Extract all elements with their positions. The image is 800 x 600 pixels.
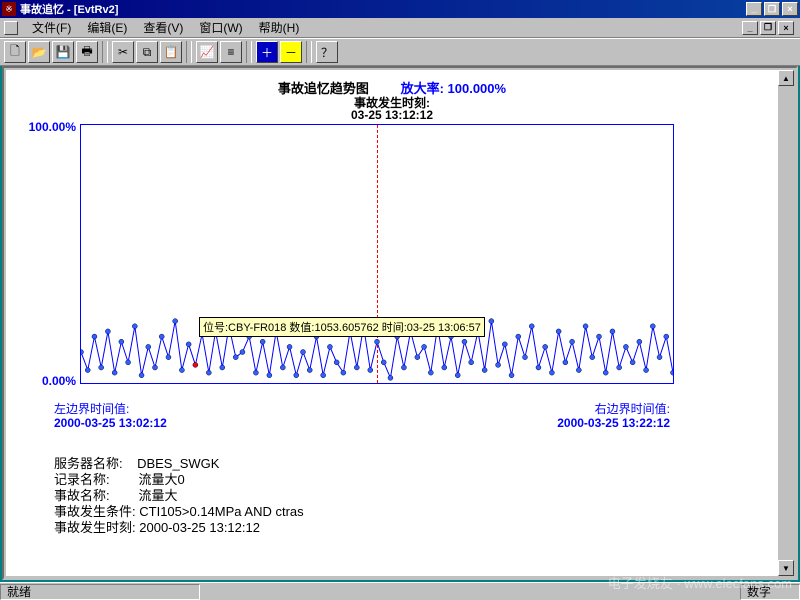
menu-bar: 文件(F) 编辑(E) 查看(V) 窗口(W) 帮助(H) _ ❐ × [0,18,800,38]
event-time-info-label: 事故发生时刻: [54,520,136,536]
condition-label: 事故发生条件: [54,504,136,520]
mdi-minimize-button[interactable]: _ [742,21,758,35]
trend-button[interactable]: 📈 [196,41,218,63]
client-area: 事故追忆趋势图 放大率: 100.000% 事故发生时刻: 03-25 13:1… [2,66,798,580]
y-tick-top: 100.00% [16,120,76,134]
title-bar: ※ 事故追忆 - [EvtRv2] _ ❐ × [0,0,800,18]
left-bound-value: 2000-03-25 13:02:12 [54,416,167,430]
toolbar-separator [306,41,312,63]
zoom-in-button[interactable]: ＋ [256,41,278,63]
mdi-close-button[interactable]: × [778,21,794,35]
print-button[interactable]: 🖶 [76,41,98,63]
toolbar-separator [102,41,108,63]
trend-series [81,125,673,383]
menu-file[interactable]: 文件(F) [24,17,79,38]
menu-edit[interactable]: 编辑(E) [79,17,135,38]
menu-view[interactable]: 查看(V) [135,17,191,38]
window-title: 事故追忆 - [EvtRv2] [20,1,746,17]
toolbar-separator [186,41,192,63]
toolbar-separator [246,41,252,63]
status-bar: 就绪 数字 [0,582,800,600]
toolbar: 🗋 📂 💾 🖶 ✂ ⧉ 📋 📈 ≡ ＋ － ？ [0,38,800,66]
trend-page: 事故追忆趋势图 放大率: 100.000% 事故发生时刻: 03-25 13:1… [6,70,778,576]
save-button[interactable]: 💾 [52,41,74,63]
mdi-child-controls: _ ❐ × [742,21,794,35]
zoom-out-button[interactable]: － [280,41,302,63]
right-bound-value: 2000-03-25 13:22:12 [557,416,670,430]
menu-help[interactable]: 帮助(H) [251,17,308,38]
list-button[interactable]: ≡ [220,41,242,63]
status-numlock: 数字 [740,584,800,600]
data-tooltip: 位号:CBY-FR018 数值:1053.605762 时间:03-25 13:… [199,317,485,337]
right-bound-label: 右边界时间值: [595,400,670,417]
app-icon: ※ [2,2,16,16]
new-button[interactable]: 🗋 [4,41,26,63]
minimize-button[interactable]: _ [746,2,762,16]
server-label: 服务器名称: [54,456,123,472]
event-time-info-value: 2000-03-25 13:12:12 [139,520,260,536]
record-label: 记录名称: [54,472,110,488]
status-ready: 就绪 [0,584,200,600]
record-value: 流量大0 [139,472,185,488]
condition-value: CTI105>0.14MPa AND ctras [139,504,303,520]
mdi-maximize-button[interactable]: ❐ [760,21,776,35]
paste-button[interactable]: 📋 [160,41,182,63]
left-bound-label: 左边界时间值: [54,400,129,417]
menu-window[interactable]: 窗口(W) [191,17,250,38]
maximize-button[interactable]: ❐ [764,2,780,16]
scroll-up-icon[interactable]: ▲ [778,70,794,86]
y-tick-bottom: 0.00% [16,374,76,388]
cut-button[interactable]: ✂ [112,41,134,63]
doc-icon [4,21,18,35]
copy-button[interactable]: ⧉ [136,41,158,63]
open-button[interactable]: 📂 [28,41,50,63]
event-time-value: 03-25 13:12:12 [6,108,778,122]
help-button[interactable]: ？ [316,41,338,63]
accident-label: 事故名称: [54,488,110,504]
window-controls: _ ❐ × [746,2,798,16]
accident-value: 流量大 [139,488,178,504]
scroll-down-icon[interactable]: ▼ [778,560,794,576]
server-value: DBES_SWGK [137,456,219,472]
close-button[interactable]: × [782,2,798,16]
vertical-scrollbar[interactable]: ▲ ▼ [778,70,794,576]
info-block: 服务器名称: DBES_SWGK 记录名称: 流量大0 事故名称: 流量大 事故… [54,456,304,536]
trend-plot[interactable]: 位号:CBY-FR018 数值:1053.605762 时间:03-25 13:… [80,124,674,384]
